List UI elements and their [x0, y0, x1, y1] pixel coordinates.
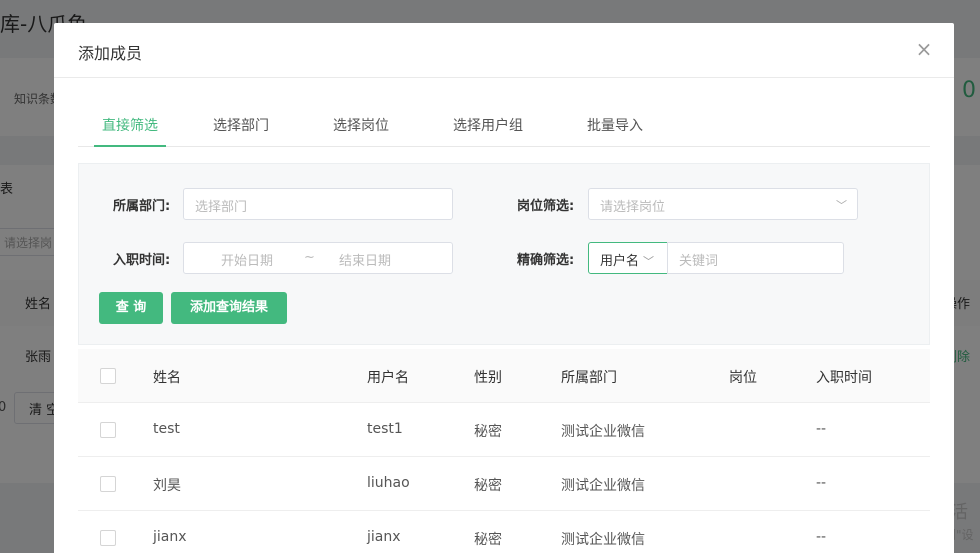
date-label: 入职时间: — [113, 253, 171, 268]
header-dept: 所属部门 — [561, 370, 617, 386]
dept-input[interactable]: 选择部门 — [183, 188, 453, 220]
cell-name: 刘昊 — [153, 478, 181, 494]
table-row[interactable]: jianx jianx 秘密 测试企业微信 -- — [78, 511, 930, 553]
chevron-down-icon: ﹀ — [643, 255, 655, 268]
tab-direct-filter[interactable]: 直接筛选 — [94, 115, 166, 147]
query-button[interactable]: 查 询 — [99, 292, 163, 324]
cell-dept: 测试企业微信 — [561, 424, 645, 440]
filter-panel: 所属部门: 选择部门 岗位筛选: 请选择岗位 ﹀ 入职时间: 开始日期 ~ 结束… — [78, 163, 930, 345]
row-checkbox[interactable] — [100, 422, 116, 438]
header-date: 入职时间 — [816, 370, 872, 386]
close-icon[interactable]: × — [912, 37, 936, 61]
table-header: 姓名 用户名 性别 所属部门 岗位 入职时间 — [78, 349, 930, 403]
keyword-input[interactable]: 关键词 — [667, 242, 844, 274]
cell-username: liuhao — [367, 475, 410, 491]
tab-batch-import[interactable]: 批量导入 — [587, 115, 643, 147]
dept-label: 所属部门: — [113, 199, 171, 214]
dialog-header: 添加成员 × — [54, 23, 954, 78]
header-username: 用户名 — [367, 370, 409, 386]
cell-date: -- — [816, 529, 827, 545]
exact-filter-combo: 用户名 ﹀ 关键词 — [588, 242, 844, 274]
cell-username: jianx — [367, 529, 401, 545]
cell-gender: 秘密 — [474, 478, 502, 494]
field-select[interactable]: 用户名 ﹀ — [588, 242, 668, 274]
cell-date: -- — [816, 475, 827, 491]
cell-date: -- — [816, 421, 827, 437]
member-table: 姓名 用户名 性别 所属部门 岗位 入职时间 test test1 秘密 测试企… — [78, 349, 930, 553]
select-all-checkbox[interactable] — [100, 368, 116, 384]
cell-name: test — [153, 421, 180, 437]
tab-select-usergroup[interactable]: 选择用户组 — [453, 115, 523, 147]
header-gender: 性别 — [474, 370, 502, 386]
exact-filter-label: 精确筛选: — [517, 253, 575, 268]
date-end-placeholder: 结束日期 — [339, 254, 392, 269]
tab-select-post[interactable]: 选择岗位 — [333, 115, 389, 147]
cell-username: test1 — [367, 421, 403, 437]
cell-dept: 测试企业微信 — [561, 532, 645, 548]
row-checkbox[interactable] — [100, 530, 116, 546]
header-name: 姓名 — [153, 370, 181, 386]
cell-gender: 秘密 — [474, 532, 502, 548]
table-row[interactable]: 刘昊 liuhao 秘密 测试企业微信 -- — [78, 457, 930, 511]
date-range-picker[interactable]: 开始日期 ~ 结束日期 — [183, 242, 453, 274]
cell-dept: 测试企业微信 — [561, 478, 645, 494]
header-post: 岗位 — [729, 370, 757, 386]
post-select[interactable]: 请选择岗位 ﹀ — [588, 188, 858, 220]
date-separator: ~ — [304, 250, 315, 265]
add-member-dialog: 添加成员 × 直接筛选 选择部门 选择岗位 选择用户组 批量导入 所属部门: 选… — [54, 23, 954, 553]
field-select-value: 用户名 — [600, 254, 640, 269]
cell-name: jianx — [153, 529, 187, 545]
cell-gender: 秘密 — [474, 424, 502, 440]
row-checkbox[interactable] — [100, 476, 116, 492]
tab-select-dept[interactable]: 选择部门 — [213, 115, 269, 147]
add-results-button[interactable]: 添加查询结果 — [171, 292, 287, 324]
post-filter-label: 岗位筛选: — [517, 199, 575, 214]
date-start-placeholder: 开始日期 — [221, 254, 274, 269]
chevron-down-icon: ﹀ — [836, 199, 847, 212]
post-select-placeholder: 请选择岗位 — [600, 200, 666, 215]
filter-tabs: 直接筛选 选择部门 选择岗位 选择用户组 批量导入 — [78, 105, 930, 147]
dialog-title: 添加成员 — [78, 44, 143, 63]
table-row[interactable]: test test1 秘密 测试企业微信 -- — [78, 403, 930, 457]
